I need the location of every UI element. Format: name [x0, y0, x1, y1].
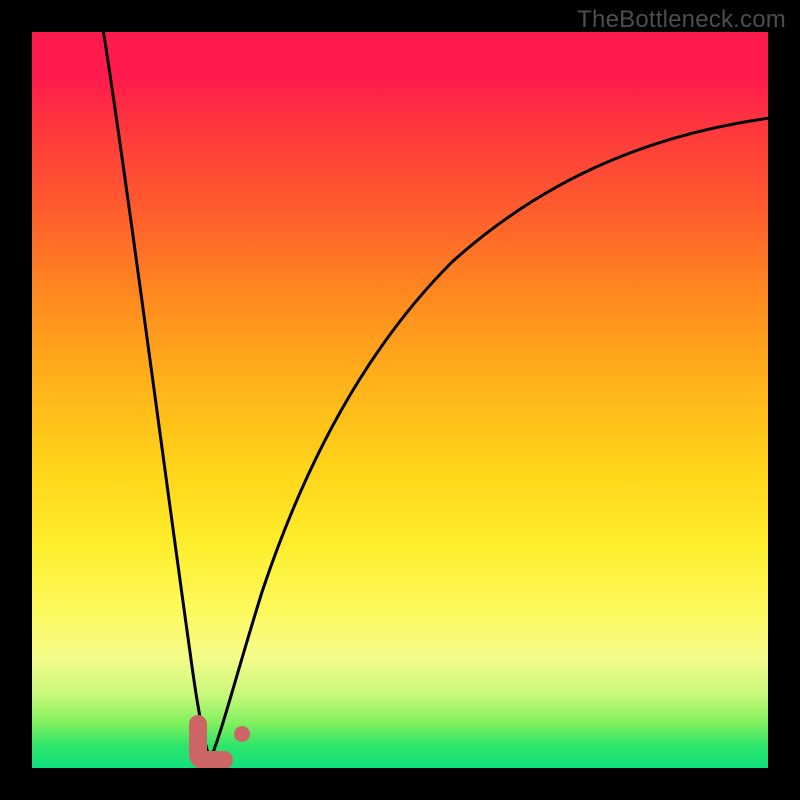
chart-frame: TheBottleneck.com: [0, 0, 800, 800]
curve-left-branch: [102, 32, 210, 760]
curve-right-branch: [210, 117, 768, 760]
marker-group: [198, 724, 250, 760]
marker-dot: [234, 726, 250, 742]
attribution-label: TheBottleneck.com: [577, 6, 786, 34]
chart-plot-area: [32, 32, 768, 768]
chart-curves-svg: [32, 32, 768, 768]
